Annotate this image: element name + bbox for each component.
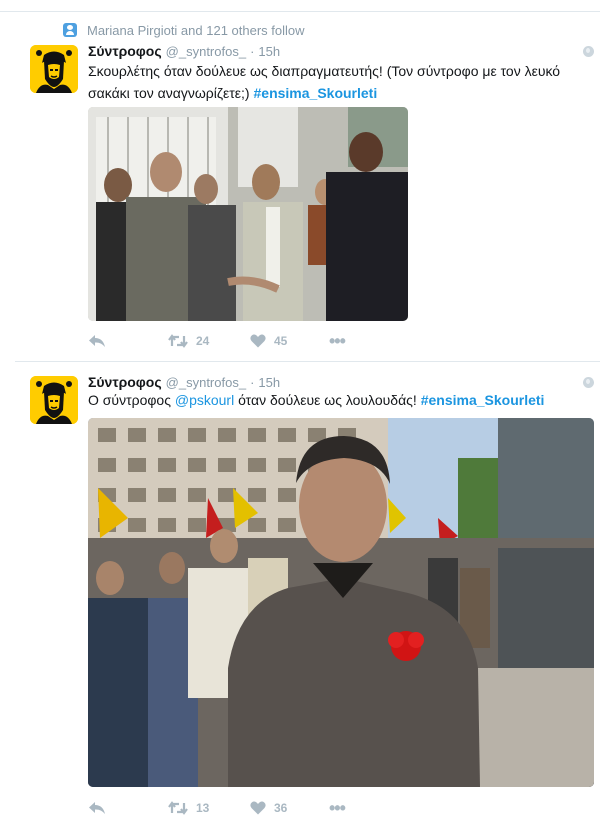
- tweet-text: Ο σύντροφος @pskourl όταν δούλευε ως λου…: [88, 389, 588, 411]
- tweet-body: Ο σύντροφος: [88, 392, 171, 408]
- like-count: 45: [274, 334, 288, 348]
- like-count: 36: [274, 801, 288, 815]
- more-options-button[interactable]: •••: [329, 331, 346, 351]
- tweet-photo[interactable]: [88, 107, 408, 321]
- like-button[interactable]: 45: [250, 331, 287, 351]
- retweet-button[interactable]: 13: [168, 798, 209, 818]
- heart-icon: [250, 334, 266, 348]
- retweet-button[interactable]: 24: [168, 331, 209, 351]
- tweet-text: Σκουρλέτης όταν δούλευε ως διαπραγματευτ…: [88, 60, 588, 104]
- retweet-icon: [168, 801, 188, 815]
- author-handle[interactable]: @_syntrofos_: [166, 375, 246, 390]
- reply-icon: [89, 802, 105, 814]
- globe-icon[interactable]: [583, 377, 594, 388]
- retweet-icon: [168, 334, 188, 348]
- separator-dot: ·: [250, 44, 255, 59]
- reply-icon: [89, 335, 105, 347]
- tweet-actions: 24 45 •••: [88, 331, 388, 351]
- tweet-timestamp[interactable]: 15h: [258, 44, 280, 59]
- more-options-button[interactable]: •••: [329, 798, 346, 818]
- reply-button[interactable]: [88, 331, 106, 351]
- avatar[interactable]: [30, 45, 78, 93]
- tweet-actions: 13 36 •••: [88, 798, 388, 818]
- follow-context-text: Mariana Pirgioti and 121 others follow: [87, 22, 305, 38]
- retweet-count: 24: [196, 334, 210, 348]
- timeline-feed: Mariana Pirgioti and 121 others follow Σ…: [0, 0, 600, 825]
- mention-link[interactable]: @pskourl: [175, 392, 234, 408]
- author-handle[interactable]: @_syntrofos_: [166, 44, 246, 59]
- hashtag-link[interactable]: #ensima_Skourleti: [254, 85, 378, 101]
- author-name[interactable]: Σύντροφος: [88, 374, 162, 390]
- divider: [0, 11, 600, 12]
- tweet-timestamp[interactable]: 15h: [258, 375, 280, 390]
- tweet-body: όταν δούλευε ως λουλουδάς!: [238, 392, 417, 408]
- person-follow-icon: [63, 23, 77, 37]
- retweet-count: 13: [196, 801, 210, 815]
- heart-icon: [250, 801, 266, 815]
- author-name[interactable]: Σύντροφος: [88, 43, 162, 59]
- follow-context[interactable]: Mariana Pirgioti and 121 others follow: [63, 22, 305, 38]
- tweet-photo[interactable]: [88, 418, 594, 787]
- separator-dot: ·: [250, 375, 255, 390]
- globe-icon[interactable]: [583, 46, 594, 57]
- avatar[interactable]: [30, 376, 78, 424]
- tweet-header: Σύντροφος @_syntrofos_ · 15h: [88, 43, 280, 61]
- reply-button[interactable]: [88, 798, 106, 818]
- divider: [15, 361, 600, 362]
- like-button[interactable]: 36: [250, 798, 287, 818]
- hashtag-link[interactable]: #ensima_Skourleti: [421, 392, 545, 408]
